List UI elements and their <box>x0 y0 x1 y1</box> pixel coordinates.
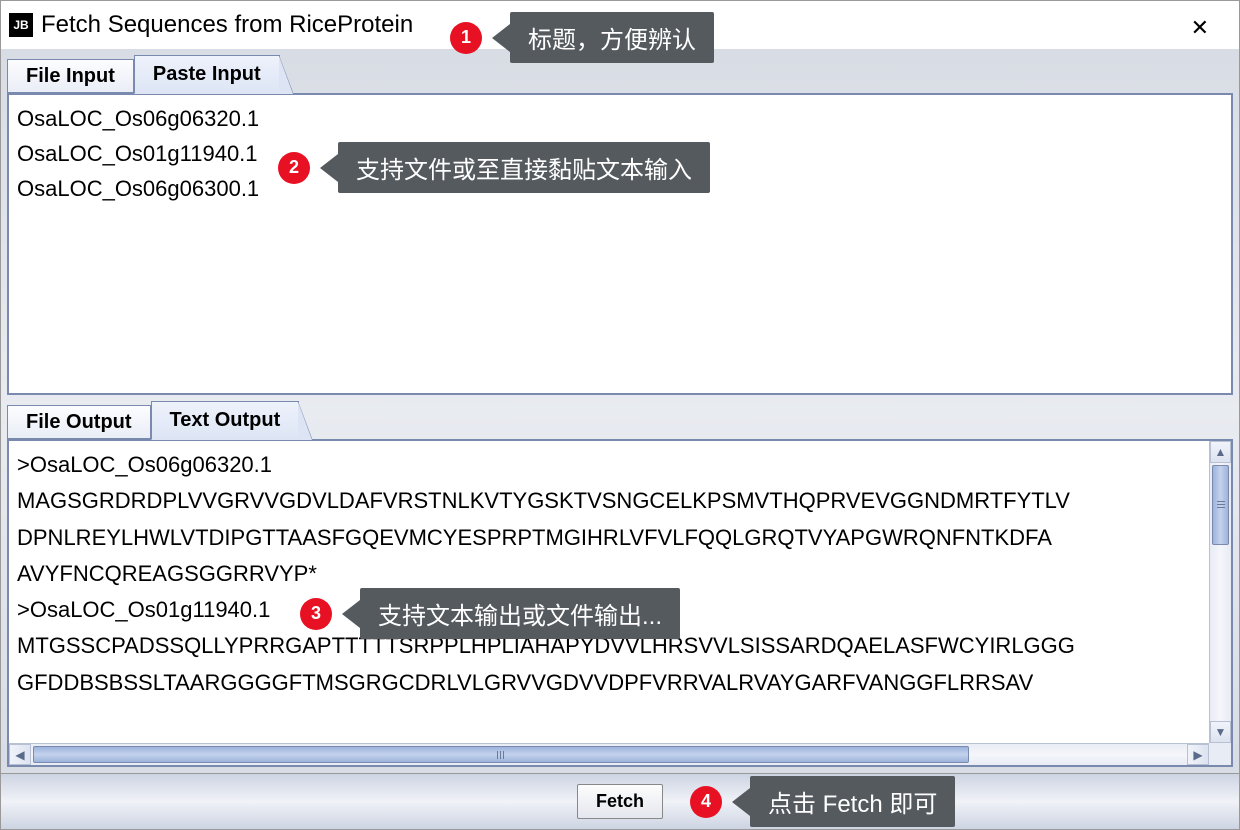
scroll-down-button[interactable]: ▼ <box>1210 721 1231 743</box>
scroll-corner <box>1209 743 1231 765</box>
paste-input-textarea[interactable] <box>9 95 1231 393</box>
input-panel: File Input Paste Input <box>7 55 1233 395</box>
input-content <box>7 93 1233 395</box>
text-output-area[interactable]: >OsaLOC_Os06g06320.1 MAGSGRDRDPLVVGRVVGD… <box>9 441 1207 741</box>
scroll-left-button[interactable]: ◀ <box>9 744 31 765</box>
tab-text-output[interactable]: Text Output <box>151 401 300 440</box>
titlebar: JB Fetch Sequences from RiceProtein ✕ <box>1 1 1239 49</box>
output-tab-row: File Output Text Output <box>7 401 1233 439</box>
scroll-up-button[interactable]: ▲ <box>1210 441 1231 463</box>
window-title: Fetch Sequences from RiceProtein <box>41 11 413 39</box>
tab-file-output[interactable]: File Output <box>7 405 151 439</box>
tab-paste-input[interactable]: Paste Input <box>134 55 280 94</box>
scroll-right-button[interactable]: ▶ <box>1187 744 1209 765</box>
output-panel: File Output Text Output >OsaLOC_Os06g063… <box>7 401 1233 767</box>
output-content: >OsaLOC_Os06g06320.1 MAGSGRDRDPLVVGRVVGD… <box>7 439 1233 767</box>
workspace: File Input Paste Input File Output Text … <box>1 49 1239 773</box>
close-button[interactable]: ✕ <box>1181 11 1219 45</box>
app-icon: JB <box>9 13 33 37</box>
vertical-scrollbar[interactable]: ▲ ▼ <box>1209 441 1231 743</box>
fetch-button[interactable]: Fetch <box>577 784 663 819</box>
vertical-scroll-thumb[interactable] <box>1212 465 1229 545</box>
horizontal-scroll-thumb[interactable] <box>33 746 969 763</box>
tab-file-input[interactable]: File Input <box>7 59 134 93</box>
button-bar: Fetch <box>1 773 1239 829</box>
input-tab-row: File Input Paste Input <box>7 55 1233 93</box>
horizontal-scrollbar[interactable]: ◀ ▶ <box>9 743 1209 765</box>
app-window: JB Fetch Sequences from RiceProtein ✕ Fi… <box>0 0 1240 830</box>
